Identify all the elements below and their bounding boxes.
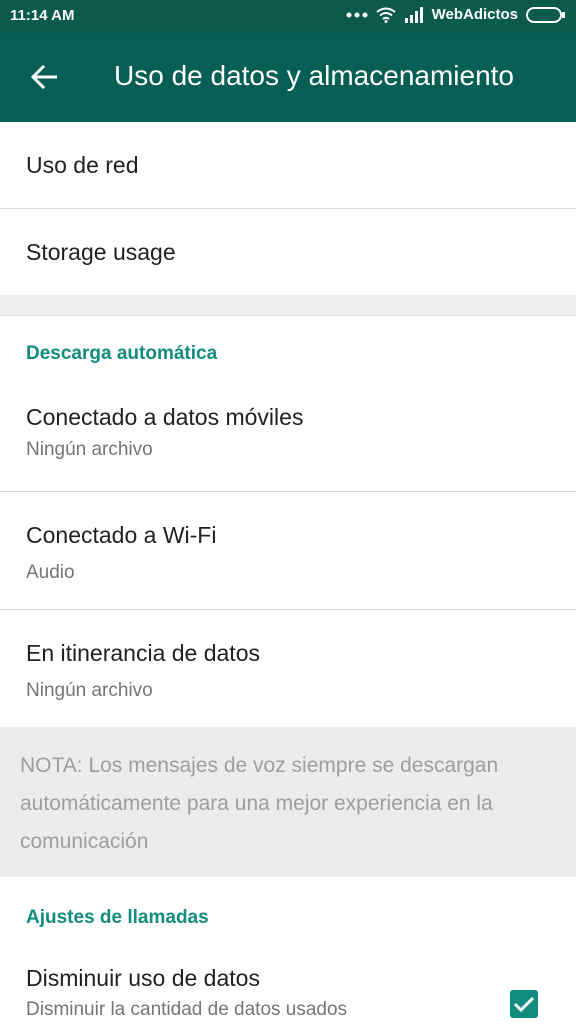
call-settings-header: Ajustes de llamadas [0,877,576,939]
mobile-data-value: Ningún archivo [26,439,153,460]
wifi-title: Conectado a Wi-Fi [26,522,217,548]
roaming-value: Ningún archivo [26,680,153,701]
roaming-title: En itinerancia de datos [26,640,260,666]
call-settings-header-label: Ajustes de llamadas [26,907,209,928]
voice-note-info: NOTA: Los mensajes de voz siempre se des… [0,727,576,877]
auto-download-header: Descarga automática [0,316,576,372]
page-title: Uso de datos y almacenamiento [114,60,514,91]
mobile-data-item[interactable]: Conectado a datos móviles Ningún archivo [0,372,576,492]
low-data-usage-checkbox[interactable] [510,990,538,1018]
arrow-left-icon [31,65,57,89]
check-icon [513,996,535,1013]
auto-download-header-label: Descarga automática [26,343,218,364]
carrier-label: WebAdictos [431,6,518,23]
low-data-usage-subtitle: Disminuir la cantidad de datos usados [26,999,348,1020]
status-time: 11:14 AM [10,7,75,24]
network-usage-item[interactable]: Uso de red [0,122,576,209]
storage-usage-label: Storage usage [26,239,176,265]
low-data-usage-title: Disminuir uso de datos [26,965,260,991]
status-bar: 11:14 AM WebAdictos [0,0,576,33]
settings-list: Uso de red Storage usage Descarga automá… [0,122,576,1020]
signal-icon [404,6,423,23]
wifi-item[interactable]: Conectado a Wi-Fi Audio [0,492,576,610]
dots-icon [346,12,368,17]
app-bar: Uso de datos y almacenamiento [0,33,576,122]
wifi-icon [375,7,396,23]
battery-icon [526,6,565,23]
storage-usage-item[interactable]: Storage usage [0,209,576,295]
low-data-usage-item[interactable]: Disminuir uso de datos Disminuir la cant… [0,939,576,1020]
network-usage-label: Uso de red [26,152,139,178]
section-divider [0,295,576,316]
status-icons: WebAdictos [346,6,566,23]
back-button[interactable] [22,55,66,99]
roaming-item[interactable]: En itinerancia de datos Ningún archivo [0,610,576,727]
wifi-value: Audio [26,562,75,583]
mobile-data-title: Conectado a datos móviles [26,404,304,430]
